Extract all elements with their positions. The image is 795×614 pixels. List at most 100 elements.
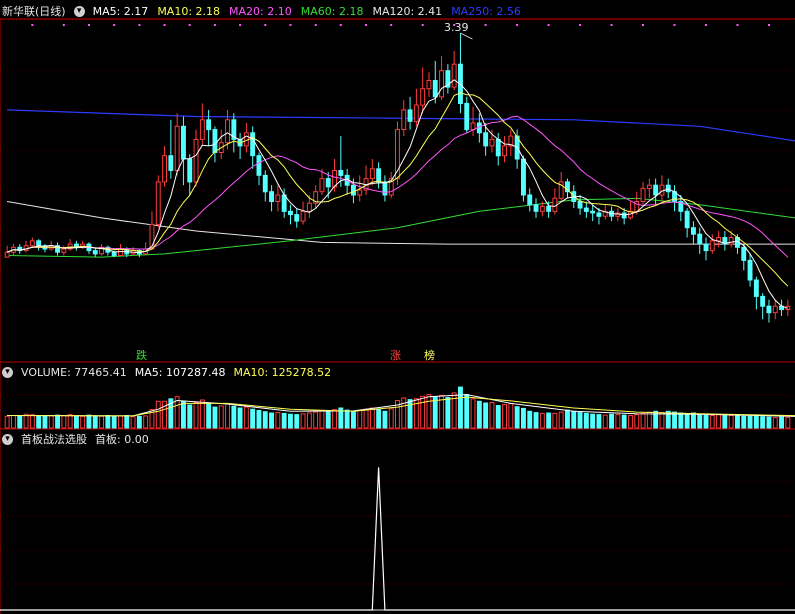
volume-bar [124, 415, 130, 429]
volume-bar [225, 403, 231, 429]
candle-body [155, 181, 161, 225]
candle-body [168, 155, 174, 171]
volume-bar [48, 415, 54, 429]
candle-body [709, 240, 715, 252]
volume-bar [369, 407, 375, 429]
chevron-down-icon[interactable]: ▾ [2, 366, 13, 378]
volume-bar [313, 411, 319, 429]
volume-ma10: MA10: 125278.52 [233, 365, 332, 379]
high-price-label: 3.39 [444, 21, 469, 34]
candle-body [716, 237, 721, 242]
volume-bar [495, 405, 501, 429]
volume-bar [332, 409, 338, 429]
ma-label-0: MA5: 2.17 [92, 4, 149, 18]
candle-body [181, 125, 186, 160]
volume-bar [539, 412, 545, 429]
volume-bar [231, 405, 237, 429]
volume-bar [577, 412, 583, 429]
candle-body [338, 170, 344, 176]
candle-body [772, 305, 778, 314]
volume-bar [376, 409, 382, 429]
candle-body [269, 191, 275, 202]
volume-bar [747, 415, 753, 429]
volume-bar [703, 414, 709, 429]
signal-dot [113, 24, 116, 26]
marker-die: 跌 [136, 349, 147, 362]
volume-bar [256, 410, 262, 429]
volume-bar [609, 413, 614, 429]
volume-bar [602, 414, 608, 429]
candle-body [451, 63, 457, 88]
volume-bar [533, 412, 539, 429]
volume-bar [476, 400, 482, 429]
candle-body [640, 187, 646, 202]
candle-body [4, 251, 10, 258]
candle-body [351, 184, 356, 196]
volume-bar [243, 406, 249, 429]
candle-body [432, 80, 438, 98]
volume-bar [760, 416, 766, 429]
chevron-down-icon[interactable]: ▾ [73, 5, 85, 17]
volume-title: VOLUME: 77465.41 [21, 365, 127, 379]
volume-bar [212, 406, 218, 429]
signal-dot [188, 24, 191, 26]
volume-bar [621, 414, 627, 429]
volume-bar [420, 395, 426, 429]
candle-body [29, 240, 35, 247]
candle-body [489, 138, 495, 147]
volume-bar [615, 414, 621, 429]
volume-bar [552, 412, 558, 429]
volume-bar [325, 410, 331, 429]
indicator-title: 首板战法选股 [21, 433, 87, 446]
marker-zhang: 涨 [390, 349, 401, 362]
volume-bar [659, 412, 665, 429]
signal-dot [484, 24, 487, 26]
candle-body [206, 119, 212, 131]
volume-bar [382, 410, 388, 429]
candle-body [357, 189, 363, 196]
volume-bar [4, 415, 10, 429]
signal-dot [421, 24, 424, 26]
grid-lines [0, 18, 795, 614]
candle-body [413, 104, 419, 122]
signal-dot [314, 24, 317, 26]
signal-dot [62, 24, 65, 26]
volume-bar [596, 414, 602, 429]
candle-body [533, 204, 539, 212]
candle-body [187, 158, 193, 183]
ma250-line [7, 109, 795, 142]
signal-dot [547, 24, 550, 26]
candle-body [697, 233, 703, 245]
candle-body [382, 181, 388, 196]
volume-bar [281, 412, 287, 429]
candle-body [376, 168, 382, 183]
volume-bar [722, 414, 728, 429]
volume-bar [187, 404, 193, 429]
candle-body [325, 178, 331, 188]
candle-body [464, 102, 470, 131]
volume-bar [785, 417, 791, 429]
candle-body [281, 194, 287, 212]
volume-bar [55, 414, 60, 429]
volume-bar [237, 407, 243, 429]
volume-bar [779, 416, 784, 429]
volume-bar [250, 408, 256, 429]
signal-dot [264, 24, 267, 26]
volume-bar [470, 398, 476, 429]
volume-bar [67, 414, 73, 429]
signal-dot [642, 24, 644, 26]
signal-dot [705, 24, 707, 26]
volume-bar [445, 397, 451, 429]
chevron-down-icon[interactable]: ▾ [2, 433, 13, 445]
signal-dot [768, 24, 770, 26]
candle-body [684, 210, 690, 229]
volume-bar [388, 408, 394, 429]
volume-bar [508, 402, 514, 429]
stock-title: 新华联(日线) [2, 5, 66, 18]
signal-dot [579, 24, 582, 26]
volume-bar [753, 415, 759, 429]
candle-body [753, 279, 759, 297]
volume-bar [17, 415, 23, 429]
volume-bar [269, 412, 275, 429]
volume-bar [426, 394, 432, 429]
